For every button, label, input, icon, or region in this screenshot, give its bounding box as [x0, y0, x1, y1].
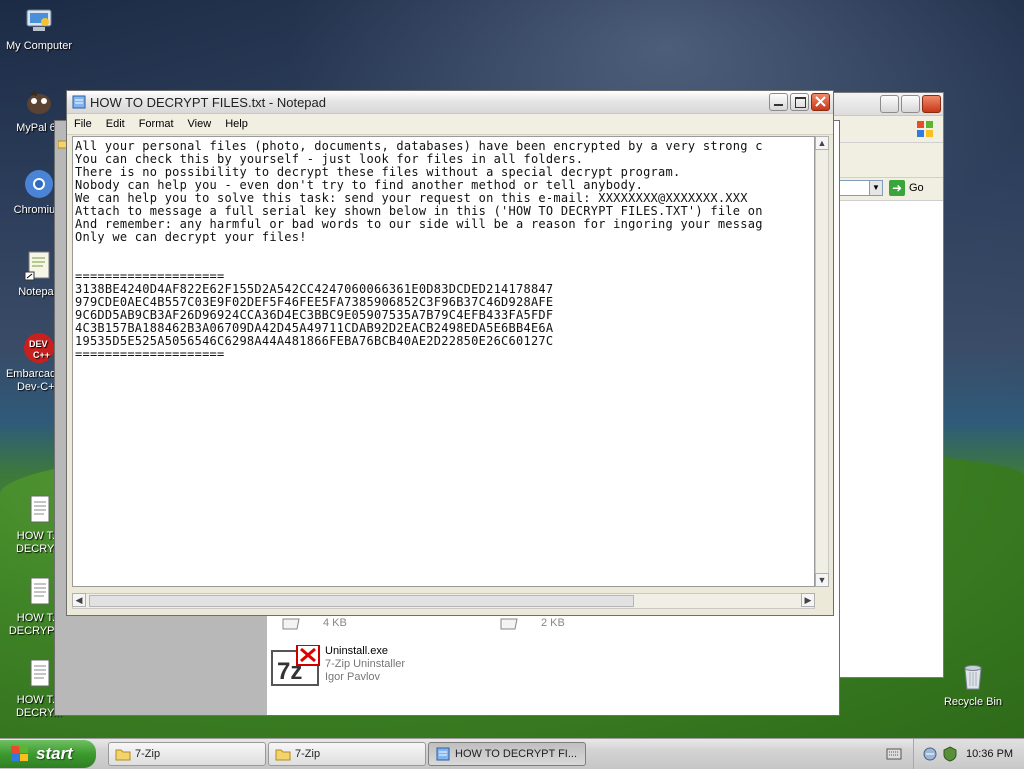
- start-button[interactable]: start: [0, 740, 96, 768]
- vertical-scrollbar[interactable]: ▲ ▼: [815, 136, 829, 587]
- file-item-uninstall[interactable]: 7z Uninstall.exe 7-Zip Uninstaller Igor …: [271, 645, 405, 687]
- file-item-a[interactable]: 4 KB: [281, 615, 347, 631]
- menu-file[interactable]: File: [67, 118, 99, 130]
- menu-view[interactable]: View: [181, 118, 219, 130]
- notepad-app-icon: [436, 747, 450, 761]
- background-window-titlebar[interactable]: [833, 93, 943, 116]
- horizontal-scroll-thumb[interactable]: [89, 595, 634, 607]
- text-file-icon: [23, 658, 55, 690]
- security-icon[interactable]: [942, 746, 958, 762]
- text-file-icon: [23, 576, 55, 608]
- keyboard-icon[interactable]: [886, 747, 902, 761]
- taskbar-item-notepad[interactable]: HOW TO DECRYPT FI...: [428, 742, 586, 766]
- scroll-up-button[interactable]: ▲: [815, 136, 829, 150]
- system-tray: 10:36 PM: [913, 739, 1024, 769]
- embarcadero-icon: DEV C++: [23, 332, 55, 364]
- close-button[interactable]: [922, 95, 941, 113]
- notepad-window[interactable]: HOW TO DECRYPT FILES.txt - Notepad File …: [66, 90, 834, 616]
- menu-edit[interactable]: Edit: [99, 118, 132, 130]
- windows-logo-icon: [11, 746, 28, 761]
- folder-icon: [275, 749, 291, 761]
- recycle-bin-icon: [957, 660, 989, 692]
- clock[interactable]: 10:36 PM: [966, 748, 1013, 760]
- svg-text:DEV: DEV: [29, 339, 48, 349]
- folder-icon: [115, 749, 131, 761]
- file-icon: [282, 618, 300, 630]
- taskbar-item-7zip-2[interactable]: 7-Zip: [268, 742, 426, 766]
- minimize-button[interactable]: [769, 93, 788, 111]
- close-icon: [815, 96, 826, 107]
- menu-format[interactable]: Format: [132, 118, 181, 130]
- chevron-down-icon[interactable]: ▼: [869, 180, 883, 196]
- menu-help[interactable]: Help: [218, 118, 255, 130]
- horizontal-scrollbar[interactable]: ◀ ▶: [72, 593, 815, 609]
- 7zip-uninstall-icon: 7z: [271, 645, 320, 686]
- desktop-icon-my-computer[interactable]: My Computer: [0, 4, 78, 53]
- notepad-text-area[interactable]: All your personal files (photo, document…: [72, 136, 815, 587]
- maximize-button[interactable]: [901, 95, 920, 113]
- file-icon: [500, 618, 518, 630]
- go-button[interactable]: ➜ Go: [889, 180, 924, 196]
- chromium-icon: [23, 168, 55, 200]
- network-icon[interactable]: [922, 746, 938, 762]
- notepad-content[interactable]: All your personal files (photo, document…: [73, 137, 814, 364]
- notepad-app-icon: [72, 95, 86, 109]
- text-file-icon: [23, 494, 55, 526]
- notepad-menubar: File Edit Format View Help: [67, 114, 833, 135]
- my-computer-icon: [23, 4, 55, 36]
- file-item-b[interactable]: 2 KB: [499, 615, 565, 631]
- notepad-titlebar[interactable]: HOW TO DECRYPT FILES.txt - Notepad: [67, 91, 833, 114]
- scroll-right-button[interactable]: ▶: [801, 593, 815, 607]
- desktop-icon-recycle-bin[interactable]: Recycle Bin: [934, 660, 1012, 709]
- taskbar: start 7-Zip 7-Zip HOW TO DECRYPT FI... 1…: [0, 738, 1024, 769]
- scroll-left-button[interactable]: ◀: [72, 593, 86, 607]
- minimize-button[interactable]: [880, 95, 899, 113]
- taskbar-item-7zip-1[interactable]: 7-Zip: [108, 742, 266, 766]
- close-button[interactable]: [811, 93, 830, 111]
- window-title: HOW TO DECRYPT FILES.txt - Notepad: [90, 94, 326, 110]
- scroll-down-button[interactable]: ▼: [815, 573, 829, 587]
- background-window-toolbar: [833, 116, 943, 143]
- maximize-button[interactable]: [790, 93, 809, 111]
- windows-logo-icon: [917, 121, 933, 137]
- notepadpp-icon: [23, 250, 55, 282]
- address-bar: ▼ ➜ Go: [833, 177, 943, 201]
- svg-text:C++: C++: [33, 350, 50, 360]
- go-arrow-icon: ➜: [889, 180, 905, 196]
- mypal-icon: [23, 86, 55, 118]
- background-window[interactable]: ▼ ➜ Go: [832, 92, 944, 678]
